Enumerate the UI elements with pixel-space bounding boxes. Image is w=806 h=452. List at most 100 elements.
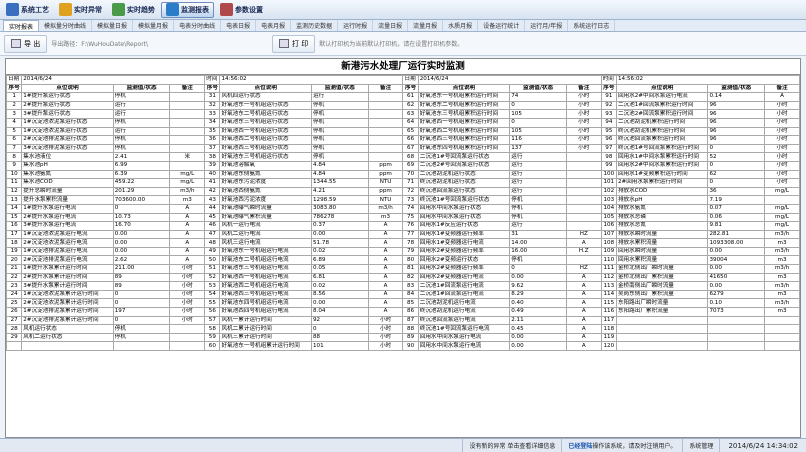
tab-8[interactable]: 监测历史数据	[291, 20, 339, 31]
tab-12[interactable]: 水质月报	[443, 20, 479, 31]
point-description: 回用水中间水泵运行状态	[417, 212, 511, 223]
row-index: 4	[5, 117, 23, 128]
tab-6[interactable]: 电表日报	[221, 20, 257, 31]
tab-11[interactable]: 流量月报	[408, 20, 444, 31]
point-description: 回用水中间水泵运行状态	[417, 203, 511, 214]
toolbar-button-trend[interactable]: 实时趋势	[108, 2, 159, 18]
row-note: A	[367, 289, 404, 300]
row-index: 66	[402, 135, 419, 145]
col-header-value: 监测值/状态	[509, 83, 567, 94]
point-description: 回用水中间水泵运行电流	[417, 332, 511, 343]
table-row: 23 3#提升水泵累计运行时间 89 小时 53 好氧池西二号机组运行电流 0.02 A 83 二…	[5, 281, 800, 291]
col-header-value: 监测值/状态	[310, 83, 369, 94]
tab-14[interactable]: 运行月/年报	[525, 20, 569, 31]
monitor-value	[707, 341, 766, 351]
toolbar-button-settings[interactable]: 参数设置	[216, 2, 267, 18]
monitor-value: 运行	[509, 160, 567, 171]
monitor-value	[707, 332, 766, 343]
point-description: 好氧池东四号机组累积运行时间	[417, 143, 511, 154]
row-index: 89	[402, 332, 419, 343]
row-note: A	[565, 298, 602, 309]
row-index: 41	[204, 178, 221, 188]
row-note	[169, 92, 206, 102]
row-note: A	[565, 307, 602, 317]
row-index: 1	[5, 92, 23, 102]
row-index: 75	[402, 212, 419, 223]
alarm-status[interactable]: 没有新的异常 单击查看详细信息	[462, 439, 561, 452]
monitor-value: 0.02	[310, 246, 369, 257]
point-description: 排放水总氮	[615, 221, 709, 231]
point-description: 好氧池西侧氨氮	[219, 186, 312, 197]
row-index: 103	[600, 195, 617, 205]
row-index: 31	[204, 92, 221, 102]
tab-9[interactable]: 运行时报	[338, 20, 374, 31]
row-index: 107	[600, 229, 617, 240]
point-description: 回用水瞬时流量	[615, 246, 709, 257]
monitor-value: 0	[707, 143, 766, 154]
row-index: 91	[600, 92, 617, 102]
monitor-value: 39004	[707, 255, 766, 266]
toolbar-button-process[interactable]: 系统工艺	[2, 2, 53, 18]
row-note	[169, 135, 206, 145]
monitor-value: 运行	[509, 152, 567, 162]
point-description: 风机二运行电流	[219, 229, 312, 240]
login-hint: 操作该系统，请及时注销用户。	[592, 443, 677, 450]
tab-13[interactable]: 设备运行统计	[478, 20, 526, 31]
tab-4[interactable]: 模拟量月报	[133, 20, 175, 31]
row-note: A	[565, 238, 602, 248]
point-description: 提升总瞬时流量	[21, 186, 114, 197]
point-description: 二沉池刮泥机运行状态	[417, 169, 511, 180]
monitor-value: 0.00	[112, 238, 171, 248]
row-note: 小时	[169, 281, 206, 291]
point-description: 好氧池东二号机组运行电流	[219, 255, 312, 266]
row-note: A	[169, 203, 206, 214]
monitor-value: 703600.00	[112, 195, 171, 205]
point-description: 1#提升水泵累计运行时间	[21, 264, 114, 274]
row-index: 53	[204, 281, 221, 291]
point-description: 东阳路出厂瞬时流量	[615, 298, 709, 309]
row-index: 13	[5, 195, 23, 205]
point-description: 2#提升泵运行状态	[21, 100, 114, 111]
action-bar: 导 出 导出路径：F:\WuHouDate\Report\ 打 印 默认打印机为…	[0, 32, 806, 56]
row-note	[764, 315, 800, 326]
monitor-value: 74	[509, 92, 567, 102]
tab-1[interactable]: 实时报表	[3, 20, 40, 31]
row-index: 73	[402, 195, 419, 205]
monitor-value: 1344.55	[310, 178, 369, 188]
tab-3[interactable]: 模拟量日报	[92, 20, 134, 31]
toolbar-button-label: 系统工艺	[21, 5, 49, 14]
print-button[interactable]: 打 印	[272, 34, 316, 53]
tab-5[interactable]: 电表分时曲线	[174, 20, 222, 31]
row-note: m3	[367, 212, 404, 223]
point-description: 金桥北侧出厂累积流量	[615, 272, 709, 283]
row-index: 86	[402, 307, 419, 317]
point-description: 2#沉淀池排泥泵运行电流	[21, 255, 114, 266]
row-note: 小时	[764, 100, 800, 111]
toolbar-button-report[interactable]: 监测报表	[161, 1, 214, 18]
row-note: A	[367, 307, 404, 317]
print-label: 打 印	[292, 39, 309, 48]
table-row: 28 风机运行状态 停机 58 风机二累计运行时间 0 小时 88 终沉池1#号回流泵运行电流 0…	[5, 324, 800, 334]
point-description: 回用水中间水泵运行电流	[417, 341, 511, 351]
status-datetime: 2014/6/24 14:34:02	[719, 439, 806, 452]
point-description: 回用水2#变频运行状态	[417, 255, 511, 266]
monitor-value: 8.29	[509, 289, 567, 300]
monitor-value: 停机	[112, 143, 171, 154]
monitor-value: 89	[112, 281, 171, 291]
tab-10[interactable]: 流量日报	[373, 20, 409, 31]
monitor-value: 2.11	[509, 315, 567, 326]
export-button[interactable]: 导 出	[4, 34, 48, 53]
date-value-2: 2014/6/24	[417, 75, 602, 85]
row-index: 79	[402, 246, 419, 257]
monitor-value: 停机	[112, 117, 171, 128]
toolbar-button-label: 监测报表	[181, 5, 209, 14]
row-note: m3/h	[169, 186, 206, 197]
tab-2[interactable]: 模拟量分时曲线	[39, 20, 93, 31]
table-row: 3 3#提升泵运行状态 运行 33 好氧池东二号机组运行状态 停机 63 好氧池东三号机组累积…	[5, 109, 800, 119]
row-note: HZ	[565, 229, 602, 240]
row-index: 7	[5, 143, 23, 154]
tab-15[interactable]: 系统运行日志	[568, 20, 616, 31]
point-description: 二沉池刮泥机运行电流	[417, 298, 511, 309]
toolbar-button-alarm[interactable]: 实时异常	[55, 2, 106, 18]
tab-7[interactable]: 电表月报	[256, 20, 292, 31]
